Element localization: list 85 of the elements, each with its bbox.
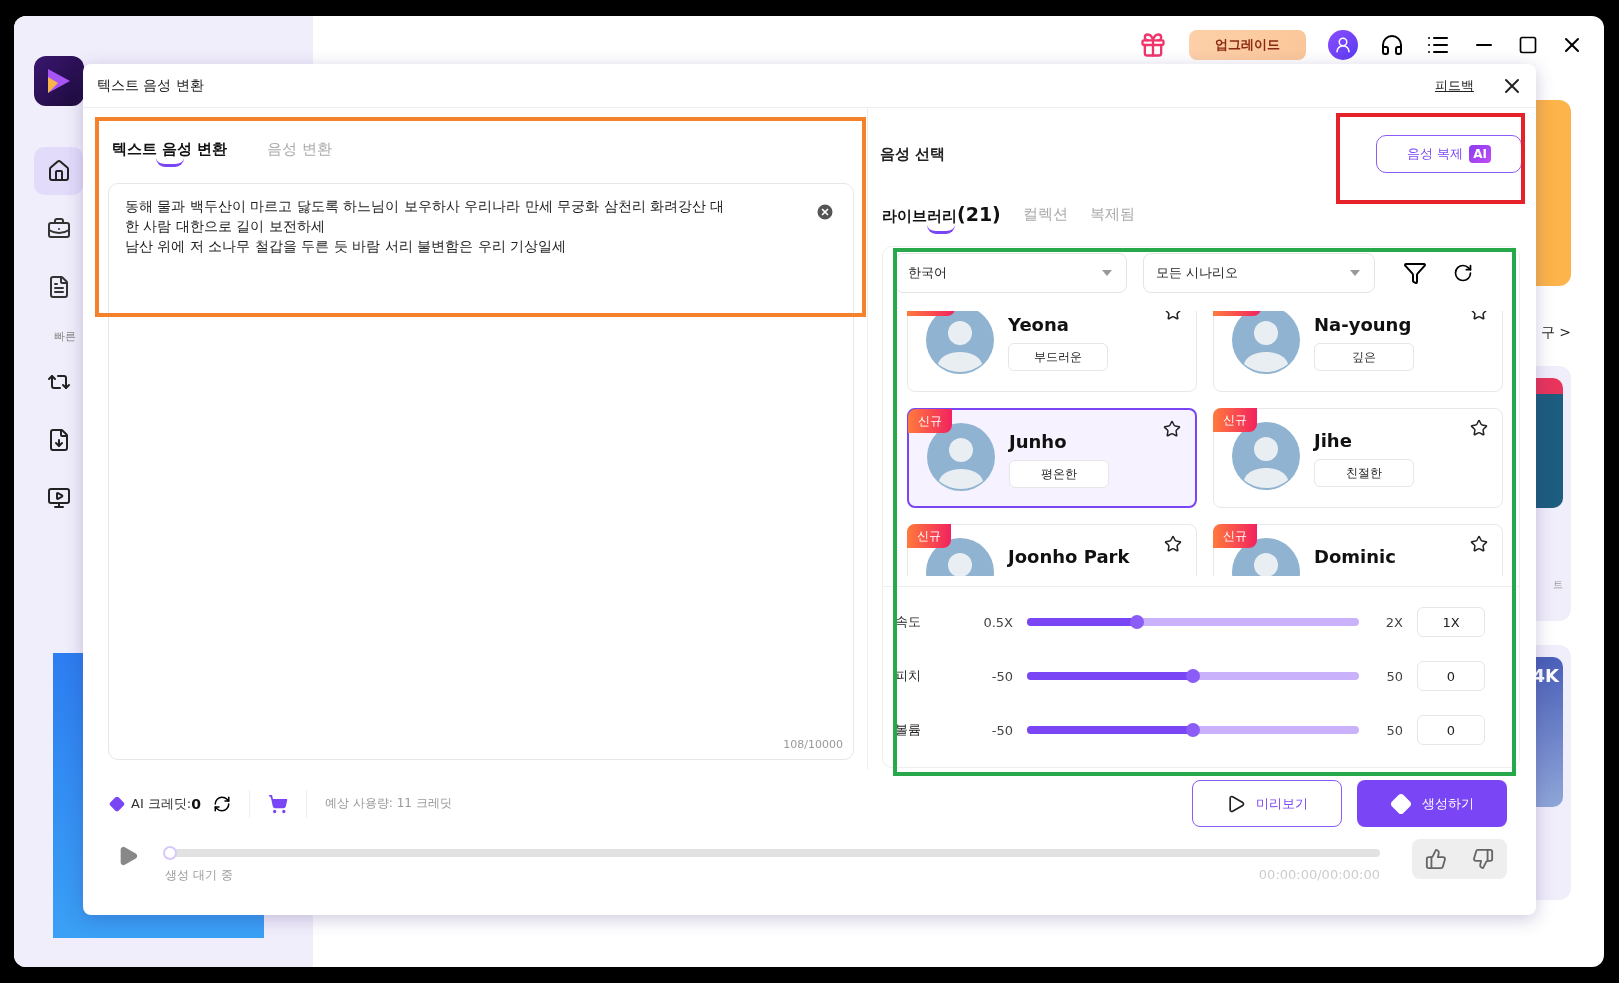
slider-label: 피치 [895,667,922,685]
slider-min: -50 [990,668,1013,684]
slider-max: 2X [1384,614,1403,630]
star-icon[interactable] [1470,535,1488,553]
voice-name: Yeona [1008,314,1070,335]
voice-card[interactable]: 신규 Joonho Park [907,524,1197,576]
progress-slider[interactable] [165,849,1380,857]
slider-label: 볼륨 [895,721,922,739]
thumbs-down-icon[interactable] [1472,848,1495,870]
caret-icon [1350,270,1360,276]
gift-icon[interactable] [1139,31,1167,59]
credit-icon [109,795,125,812]
refresh-icon[interactable] [213,794,231,813]
clear-button[interactable] [815,202,835,222]
avatar-placeholder [1232,311,1300,374]
slider-thumb[interactable] [1129,615,1144,629]
slider-value-field[interactable]: 0 [1417,715,1485,745]
voice-card[interactable]: 신규 Dominic [1213,524,1503,576]
voice-card[interactable]: 신규 Jihe 친절한 [1213,408,1503,508]
dialog-title: 텍스트 음성 변환 [97,76,204,95]
section-label: 빠른 [54,329,77,344]
section-title: 음성 선택 [880,144,946,164]
new-badge: 신규 [1213,408,1257,432]
voice-tag: 깊은 [1314,343,1414,371]
filter-icon[interactable] [1403,261,1427,285]
slider-max: 50 [1385,722,1403,738]
maximize-icon[interactable] [1518,35,1538,55]
voice-tag: 평온한 [1009,460,1109,488]
voice-clone-button[interactable]: 음성 복제 AI [1376,135,1522,173]
tab[interactable]: 라이브러리(21) [882,203,1001,234]
tab[interactable]: 텍스트 음성 변환 [112,140,228,167]
slider-track[interactable] [1027,618,1359,626]
headset-icon[interactable] [1380,33,1404,57]
voice-name: Junho [1009,431,1068,452]
refresh-icon[interactable] [1453,263,1473,283]
feedback-link[interactable]: 피드백 [1435,76,1474,95]
slider-thumb[interactable] [1186,723,1200,737]
slider-value-field[interactable]: 1X [1417,607,1485,637]
new-badge: 신규 [1213,524,1257,548]
star-icon[interactable] [1470,419,1488,437]
star-icon[interactable] [1164,535,1182,553]
voice-tag: 친절한 [1314,459,1414,487]
voice-card[interactable]: 신규 Junho 평온한 [907,408,1197,508]
star-icon[interactable] [1163,420,1181,438]
slider-label: 속도 [895,613,922,631]
input-text: 동해 물과 백두산이 마르고 닳도록 하느님이 보우하사 우리나라 만세 무궁화 삼천리 화려강산 대한 사람 대한으로 길이 보전하세 남산 위에 저 소나무 철갑을 두른 듯 바람 서리 불변함은 우리 기상일세 [125,197,726,256]
slider-thumb[interactable] [1186,669,1200,683]
slider-value-field[interactable]: 0 [1417,661,1485,691]
avatar-icon[interactable] [1328,30,1358,60]
voice-name: Dominic [1314,546,1396,567]
character-counter: 108/10000 [783,738,843,751]
scenario-dropdown[interactable]: 모든 시나리오 [1143,253,1375,293]
thumbs-up-icon[interactable] [1424,848,1447,870]
preview-button[interactable]: 미리보기 [1192,780,1342,827]
slider-max: 50 [1385,668,1403,684]
slider-track[interactable] [1027,726,1359,734]
credits-value: 0 [191,795,201,812]
slider-min: -50 [990,722,1013,738]
slider-track[interactable] [1027,672,1359,680]
voice-tag: 부드러운 [1008,343,1108,371]
voice-name: Joonho Park [1008,546,1130,567]
avatar-placeholder [926,311,994,374]
nav-item[interactable] [34,147,83,195]
toolbox-icon [46,217,71,241]
voice-card[interactable]: Na-young 깊은 [1213,311,1503,392]
player-status: 생성 대기 중 [165,867,233,884]
cart-icon[interactable] [268,793,288,814]
card-caption: 트 [1553,578,1563,592]
home-icon [46,159,71,183]
voice-card[interactable]: Yeona 부드러운 [907,311,1197,392]
new-badge: 신규 [907,524,951,548]
new-badge: 신규 [908,409,952,433]
credits-label: AI 크레딧: [131,794,192,813]
app-logo-icon [34,56,84,106]
voice-name: Na-young [1314,314,1413,335]
diamond-icon [1390,792,1412,815]
text-input-field[interactable]: 동해 물과 백두산이 마르고 닳도록 하느님이 보우하사 우리나라 만세 무궁화 삼천리 화려강산 대한 사람 대한으로 길이 보전하세 남산 위에 저 소나무 철갑을 두른 듯 바람 서리 불변함은 우리 기상일세 108/10000 [108,183,854,760]
voice-name: Jihe [1314,430,1353,451]
caret-icon [1102,270,1112,276]
slider-min: 0.5X [982,614,1013,630]
upgrade-button[interactable]: 업그레이드 [1189,30,1306,60]
usage-estimate: 예상 사용량: 11 크레딧 [325,795,452,812]
generate-button[interactable]: 생성하기 [1357,780,1507,827]
play-icon [1226,793,1246,814]
more-link[interactable]: 구 > [1540,324,1571,342]
